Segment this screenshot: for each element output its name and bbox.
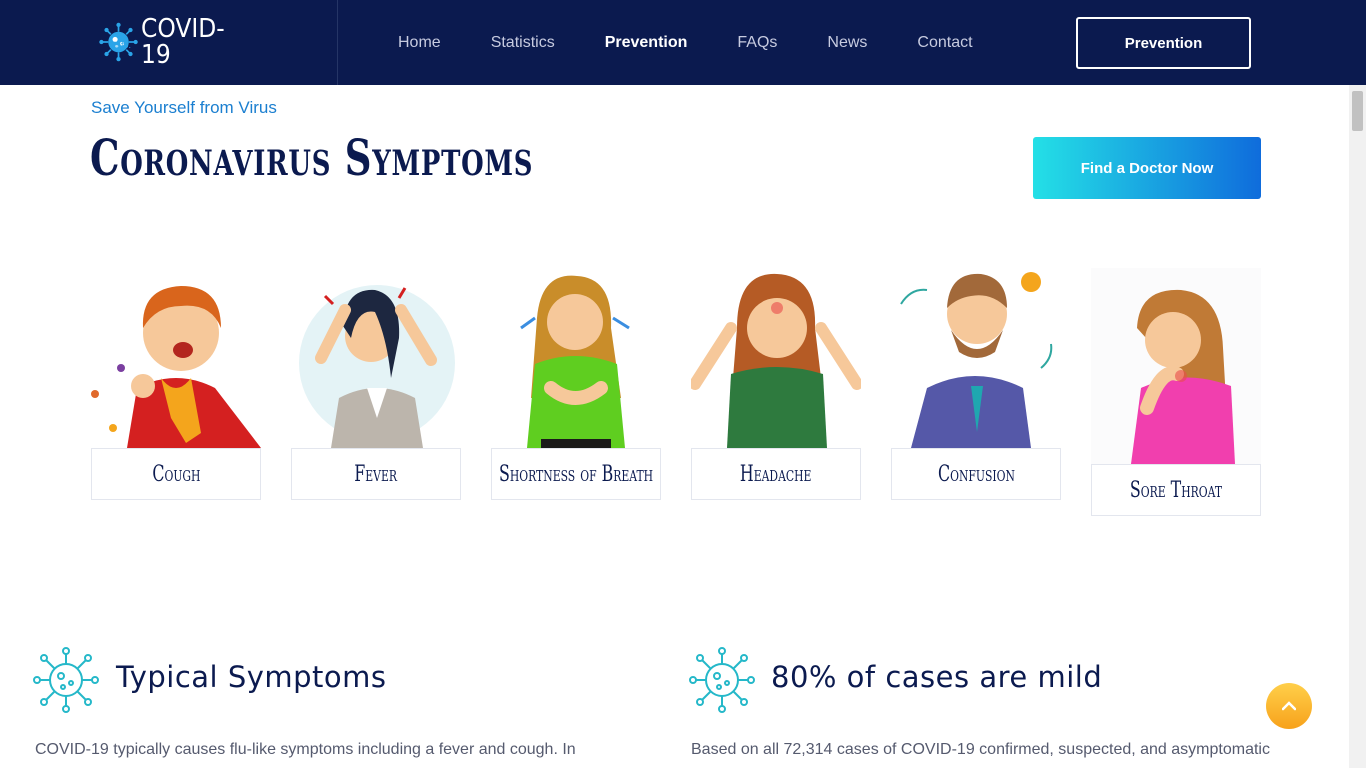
nav-home[interactable]: Home xyxy=(398,34,441,52)
shortness-of-breath-illustration xyxy=(520,275,630,448)
symptom-label: Sore Throat xyxy=(1091,464,1261,516)
section-text-mild-cases: Based on all 72,314 cases of COVID-19 co… xyxy=(691,741,1270,758)
nav-prevention[interactable]: Prevention xyxy=(605,34,688,52)
nav-contact[interactable]: Contact xyxy=(917,34,972,52)
sore-throat-illustration xyxy=(1091,268,1261,464)
back-to-top-button[interactable] xyxy=(1266,683,1312,729)
section-title-mild-cases: 80% of cases are mild xyxy=(771,660,1103,694)
symptom-label: Shortness of Breath xyxy=(491,448,661,500)
symptom-label: Headache xyxy=(691,448,861,500)
virus-icon xyxy=(33,647,99,713)
fever-illustration xyxy=(299,285,455,448)
scrollbar-thumb[interactable] xyxy=(1352,91,1363,131)
arrow-up-icon xyxy=(1282,701,1296,711)
section-eyebrow: Save Yourself from Virus xyxy=(91,98,277,117)
symptom-label: Cough xyxy=(91,448,261,500)
confusion-illustration xyxy=(900,272,1053,448)
find-doctor-button[interactable]: Find a Doctor Now xyxy=(1033,137,1261,199)
main-nav: Home Statistics Prevention FAQs News Con… xyxy=(398,0,1023,85)
nav-statistics[interactable]: Statistics xyxy=(491,34,555,52)
section-text-typical-symptoms: COVID-19 typically causes flu-like sympt… xyxy=(35,741,576,758)
site-header: COVID-19 info. Home Statistics Preventio… xyxy=(0,0,1366,85)
symptom-label: Confusion xyxy=(891,448,1061,500)
nav-news[interactable]: News xyxy=(827,34,867,52)
headache-illustration xyxy=(691,273,861,448)
nav-faqs[interactable]: FAQs xyxy=(737,34,777,52)
brand-name: COVID-19 xyxy=(141,14,225,70)
page-title: Coronavirus Symptoms xyxy=(90,128,534,187)
section-title-typical-symptoms: Typical Symptoms xyxy=(116,660,387,694)
symptom-label: Fever xyxy=(291,448,461,500)
prevention-button[interactable]: Prevention xyxy=(1076,17,1251,69)
brand-sub: info. xyxy=(114,40,132,50)
virus-icon xyxy=(689,647,755,713)
header-divider xyxy=(337,0,338,85)
cough-illustration xyxy=(91,286,261,448)
scrollbar-track[interactable] xyxy=(1349,85,1366,768)
